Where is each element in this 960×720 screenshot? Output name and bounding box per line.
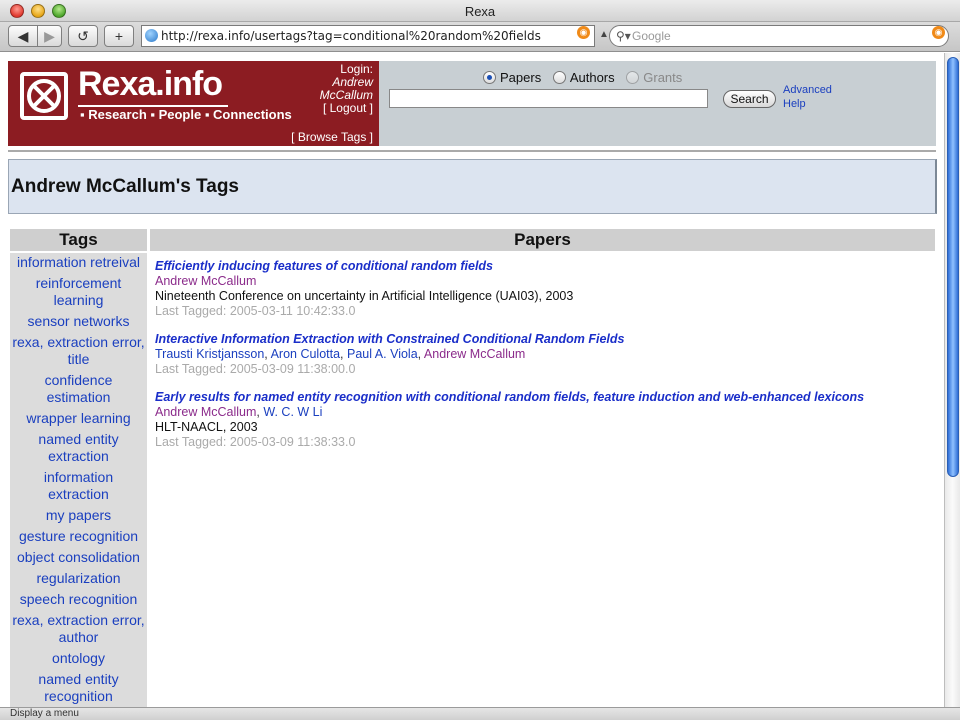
tag-link[interactable]: gesture recognition [10, 527, 147, 548]
site-logo-name[interactable]: Rexa.info [78, 65, 223, 104]
paper-title-link[interactable]: Interactive Information Extraction with … [155, 332, 935, 347]
tag-link[interactable]: named entity extraction [10, 430, 147, 468]
magnifier-icon: ⚲▾ [616, 29, 631, 43]
window-title: Rexa [464, 4, 496, 19]
address-text: http://rexa.info/usertags?tag=conditiona… [161, 29, 541, 43]
tag-link[interactable]: reinforcement learning [10, 274, 147, 312]
tag-link[interactable]: wrapper learning [10, 409, 147, 430]
site-header-banner: Rexa.info ▪ Research ▪ People ▪ Connecti… [8, 61, 379, 146]
browser-window: Rexa ◀ ▶ ↺ + http://rexa.info/usertags?t… [0, 0, 960, 720]
title-bar: Rexa [0, 0, 960, 22]
advanced-search-link[interactable]: Advanced [783, 83, 832, 97]
help-link[interactable]: Help [783, 97, 832, 111]
search-links: Advanced Help [783, 83, 832, 111]
paper-authors: Trausti Kristjansson, Aron Culotta, Paul… [155, 347, 526, 361]
radio-papers-label[interactable]: Papers [500, 70, 541, 85]
browser-toolbar: ◀ ▶ ↺ + http://rexa.info/usertags?tag=co… [0, 22, 960, 52]
author-link[interactable]: Aron Culotta [271, 347, 340, 361]
page-content: Rexa.info ▪ Research ▪ People ▪ Connecti… [0, 53, 944, 707]
page-title: Andrew McCallum's Tags [11, 176, 239, 197]
add-bookmark-button[interactable]: + [104, 25, 134, 47]
paper-authors: Andrew McCallum [155, 274, 935, 289]
author-link[interactable]: Paul A. Viola [347, 347, 418, 361]
radio-grants-label: Grants [643, 70, 683, 85]
tag-link[interactable]: sensor networks [10, 312, 147, 333]
address-bar[interactable]: http://rexa.info/usertags?tag=conditiona… [141, 25, 595, 47]
rss-icon[interactable]: ◉ [577, 26, 590, 39]
scrollbar-thumb[interactable] [947, 57, 959, 477]
paper-venue: HLT-NAACL, 2003 [155, 420, 258, 434]
tag-link[interactable]: confidence estimation [10, 371, 147, 409]
author-link[interactable]: Andrew McCallum [155, 405, 256, 419]
paper-title-link[interactable]: Early results for named entity recogniti… [155, 390, 935, 405]
search-button[interactable]: Search [723, 90, 776, 108]
web-search-placeholder: Google [632, 29, 671, 43]
papers-column-header: Papers [150, 229, 935, 251]
tag-link[interactable]: rexa, extraction error, author [10, 611, 147, 649]
back-button[interactable]: ◀ [8, 25, 38, 47]
vertical-scrollbar[interactable] [944, 53, 960, 707]
author-link[interactable]: Andrew McCallum [424, 347, 525, 361]
paper-entry: Interactive Information Extraction with … [155, 332, 935, 377]
globe-icon [145, 29, 158, 42]
web-search-input[interactable]: ⚲▾ Google [609, 25, 949, 47]
tags-column-header: Tags [10, 229, 147, 251]
radio-authors[interactable] [552, 71, 566, 84]
tag-link[interactable]: named entity recognition [10, 670, 147, 707]
browse-tags-link[interactable]: [ Browse Tags ] [291, 130, 373, 144]
tags-list: information retreival reinforcement lear… [10, 253, 147, 707]
search-panel: Papers Authors Grants Search Advanced He… [379, 61, 936, 146]
logout-link[interactable]: [ Logout ] [320, 102, 373, 115]
header-divider [8, 150, 936, 152]
papers-list: Efficiently inducing features of conditi… [155, 259, 935, 463]
site-tagline: ▪ Research ▪ People ▪ Connections [80, 107, 292, 122]
tag-link[interactable]: information extraction [10, 468, 147, 506]
paper-last-tagged: Last Tagged: 2005-03-09 11:38:33.0 [155, 435, 356, 449]
tag-link[interactable]: regularization [10, 569, 147, 590]
paper-venue: Nineteenth Conference on uncertainty in … [155, 289, 574, 303]
paper-entry: Efficiently inducing features of conditi… [155, 259, 935, 319]
search-input[interactable] [389, 89, 708, 108]
paper-authors: Andrew McCallum, W. C. W Li [155, 405, 323, 419]
tag-link[interactable]: object consolidation [10, 548, 147, 569]
tag-link[interactable]: ontology [10, 649, 147, 670]
tag-link[interactable]: speech recognition [10, 590, 147, 611]
tag-link[interactable]: my papers [10, 506, 147, 527]
reload-button[interactable]: ↺ [68, 25, 98, 47]
author-link[interactable]: Andrew McCallum [155, 274, 256, 288]
author-link[interactable]: Trausti Kristjansson [155, 347, 264, 361]
paper-last-tagged: Last Tagged: 2005-03-11 10:42:33.0 [155, 304, 356, 318]
tag-link[interactable]: information retreival [10, 253, 147, 274]
forward-button[interactable]: ▶ [37, 25, 62, 47]
rexa-logo-icon[interactable] [20, 72, 68, 120]
paper-title-link[interactable]: Efficiently inducing features of conditi… [155, 259, 935, 274]
paper-entry: Early results for named entity recogniti… [155, 390, 935, 450]
login-panel: Login: Andrew McCallum [ Logout ] [320, 63, 373, 115]
author-link[interactable]: W. C. W Li [263, 405, 322, 419]
snapback-icon[interactable]: ◉ [932, 26, 945, 39]
chevron-up-icon[interactable]: ▲ [599, 29, 609, 40]
tag-link[interactable]: rexa, extraction error, title [10, 333, 147, 371]
radio-grants [626, 71, 640, 84]
radio-authors-label[interactable]: Authors [570, 70, 615, 85]
radio-papers[interactable] [483, 71, 496, 84]
status-bar: Display a menu [0, 707, 960, 720]
page-title-bar: Andrew McCallum's Tags [8, 159, 937, 214]
paper-last-tagged: Last Tagged: 2005-03-09 11:38:00.0 [155, 362, 356, 376]
search-type-options: Papers Authors Grants [483, 70, 690, 85]
